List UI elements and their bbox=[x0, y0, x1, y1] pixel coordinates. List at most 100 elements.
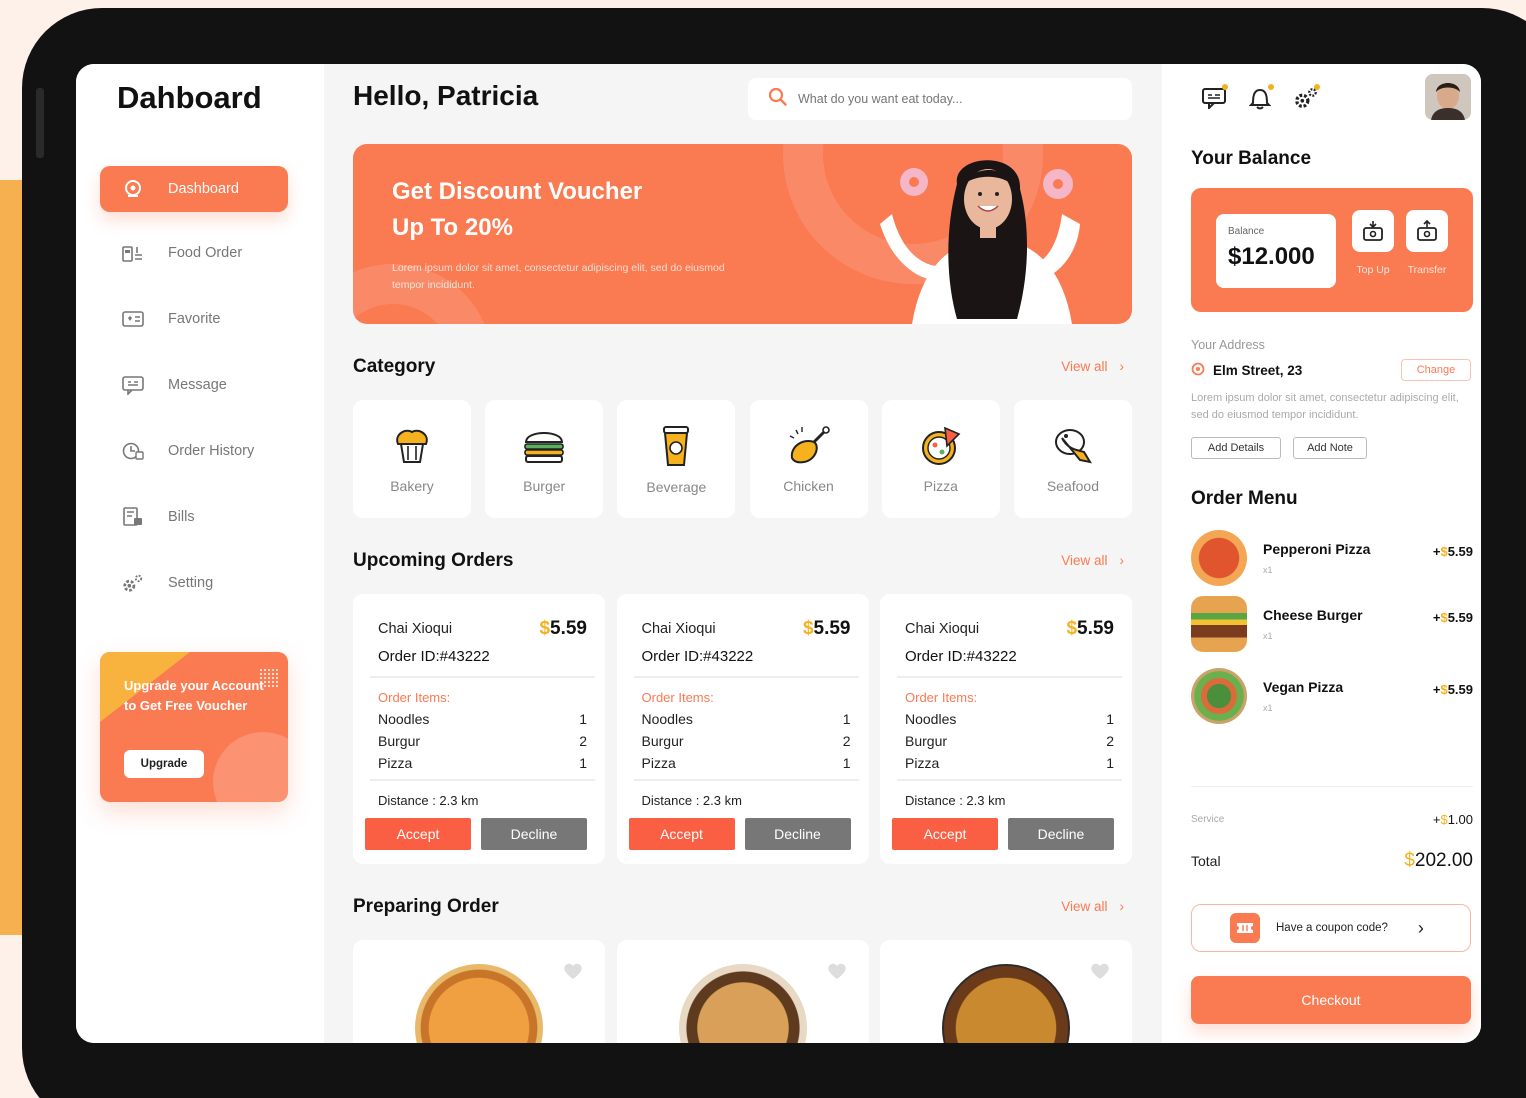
heart-icon[interactable] bbox=[563, 962, 583, 985]
menu-item-price: +$5.59 bbox=[1433, 610, 1473, 625]
item-qty: 1 bbox=[579, 755, 587, 771]
bell-icon[interactable] bbox=[1248, 84, 1274, 112]
view-all-label: View all bbox=[1061, 553, 1108, 568]
decline-button[interactable]: Decline bbox=[1008, 818, 1114, 850]
dashboard-icon bbox=[122, 178, 144, 200]
item-name: Noodles bbox=[378, 711, 430, 727]
sidebar-item-setting[interactable]: Setting bbox=[100, 560, 288, 606]
upcoming-orders-title: Upcoming Orders bbox=[353, 550, 514, 571]
price-value: 202.00 bbox=[1414, 850, 1473, 871]
order-item: Pizza 1 bbox=[642, 755, 851, 771]
decline-button[interactable]: Decline bbox=[744, 818, 851, 850]
order-item: Burgur 2 bbox=[378, 733, 587, 749]
sidebar-item-favorite[interactable]: Favorite bbox=[100, 296, 288, 342]
search-input[interactable] bbox=[798, 92, 1118, 106]
order-menu-item[interactable]: Pepperoni Pizza x1 +$5.59 bbox=[1191, 528, 1473, 588]
transfer-button[interactable]: Transfer bbox=[1405, 210, 1449, 276]
preparing-order-card[interactable] bbox=[880, 940, 1132, 1043]
order-items-label: Order Items: bbox=[641, 690, 714, 705]
change-address-button[interactable]: Change bbox=[1401, 359, 1471, 381]
decline-button[interactable]: Decline bbox=[481, 818, 587, 850]
transfer-icon bbox=[1406, 210, 1448, 252]
gear-icon[interactable] bbox=[1294, 84, 1320, 112]
sidebar-item-label: Favorite bbox=[168, 311, 221, 327]
menu-item-name: Vegan Pizza bbox=[1263, 679, 1344, 695]
category-view-all-link[interactable]: View all › bbox=[1061, 359, 1124, 374]
coupon-code-button[interactable]: Have a coupon code? › bbox=[1191, 904, 1471, 952]
balance-amount: $12.000 bbox=[1228, 243, 1315, 270]
accept-button[interactable]: Accept bbox=[892, 818, 998, 850]
balance-card: Balance $12.000 Top Up Transfer bbox=[1191, 188, 1473, 312]
woman-with-donuts-illustration bbox=[880, 160, 1080, 324]
accept-button[interactable]: Accept bbox=[365, 818, 471, 850]
preparing-view-all-link[interactable]: View all › bbox=[1061, 899, 1124, 914]
transfer-label: Transfer bbox=[1407, 264, 1447, 276]
balance-box: Balance $12.000 bbox=[1216, 214, 1336, 288]
order-item: Noodles 1 bbox=[378, 711, 587, 727]
order-item: Burgur 2 bbox=[905, 733, 1114, 749]
accept-button[interactable]: Accept bbox=[628, 818, 735, 850]
total-value: $202.00 bbox=[1404, 850, 1473, 872]
customer-name: Chai Xioqui bbox=[641, 621, 716, 637]
address-street: Elm Street, 23 bbox=[1213, 363, 1303, 378]
noodle-bowl-photo bbox=[678, 964, 807, 1043]
discount-banner[interactable]: Get Discount Voucher Up To 20% Lorem ips… bbox=[353, 144, 1132, 324]
banner-title-line: Get Discount Voucher bbox=[392, 178, 643, 205]
category-pizza[interactable]: Pizza bbox=[881, 400, 1000, 518]
add-note-button[interactable]: Add Note bbox=[1293, 437, 1367, 459]
category-chicken[interactable]: Chicken bbox=[749, 400, 868, 518]
top-icon-bar bbox=[1202, 84, 1320, 112]
sidebar-item-label: Message bbox=[168, 377, 227, 393]
category-seafood[interactable]: Seafood bbox=[1013, 400, 1132, 518]
sidebar-item-message[interactable]: Message bbox=[100, 362, 288, 408]
category-beverage[interactable]: Beverage bbox=[617, 400, 736, 518]
order-menu-item[interactable]: Cheese Burger x1 +$5.59 bbox=[1191, 594, 1473, 654]
greeting-title: Hello, Patricia bbox=[353, 80, 539, 111]
chevron-right-icon: › bbox=[1119, 553, 1125, 568]
chicken-leg-icon bbox=[789, 426, 830, 464]
sidebar-item-bills[interactable]: Bills bbox=[100, 494, 288, 540]
category-bakery[interactable]: Bakery bbox=[353, 400, 471, 518]
upgrade-button[interactable]: Upgrade bbox=[124, 750, 204, 778]
divider bbox=[897, 676, 1122, 678]
preparing-order-card[interactable] bbox=[353, 940, 605, 1043]
preparing-order-card[interactable] bbox=[616, 940, 869, 1043]
item-name: Noodles bbox=[905, 711, 957, 727]
total-label: Total bbox=[1191, 853, 1221, 869]
chat-icon[interactable] bbox=[1202, 84, 1228, 112]
currency-symbol: $ bbox=[1404, 850, 1415, 871]
sidebar-item-order-history[interactable]: Order History bbox=[100, 428, 288, 474]
menu-item-qty: x1 bbox=[1263, 631, 1273, 641]
avatar[interactable] bbox=[1425, 74, 1471, 120]
heart-icon[interactable] bbox=[1090, 962, 1110, 985]
stir-fry-photo bbox=[942, 964, 1070, 1043]
search-bar[interactable] bbox=[748, 78, 1132, 120]
vegan-pizza-photo bbox=[1191, 668, 1247, 724]
item-qty: 1 bbox=[1106, 711, 1114, 727]
divider bbox=[633, 779, 859, 781]
top-up-button[interactable]: Top Up bbox=[1351, 210, 1395, 276]
order-distance: Distance : 2.3 km bbox=[641, 793, 742, 808]
order-item: Noodles 1 bbox=[642, 711, 851, 727]
sidebar-item-dashboard[interactable]: Dashboard bbox=[100, 166, 288, 212]
add-details-button[interactable]: Add Details bbox=[1191, 437, 1281, 459]
search-icon bbox=[768, 87, 788, 112]
item-name: Pizza bbox=[378, 755, 413, 771]
heart-icon[interactable] bbox=[827, 962, 847, 985]
upcoming-view-all-link[interactable]: View all › bbox=[1061, 553, 1124, 568]
item-name: Pizza bbox=[641, 755, 676, 771]
upgrade-card: Upgrade your Account to Get Free Voucher… bbox=[100, 652, 288, 802]
item-qty: 2 bbox=[579, 733, 587, 749]
sidebar-item-food-order[interactable]: Food Order bbox=[100, 230, 288, 276]
menu-item-price: +$5.59 bbox=[1433, 682, 1473, 697]
banner-title: Get Discount Voucher Up To 20% bbox=[392, 174, 712, 246]
checkout-button[interactable]: Checkout bbox=[1191, 976, 1471, 1024]
item-qty: 1 bbox=[842, 711, 851, 727]
address-description: Lorem ipsum dolor sit amet, consectetur … bbox=[1191, 392, 1459, 421]
coupon-ticket-icon bbox=[1230, 913, 1260, 943]
order-price: $5.59 bbox=[1066, 618, 1114, 640]
chevron-right-icon: › bbox=[1417, 917, 1424, 938]
order-menu-item[interactable]: Vegan Pizza x1 +$5.59 bbox=[1191, 666, 1473, 726]
sidebar-item-label: Bills bbox=[168, 509, 195, 525]
category-burger[interactable]: Burger bbox=[485, 400, 604, 518]
